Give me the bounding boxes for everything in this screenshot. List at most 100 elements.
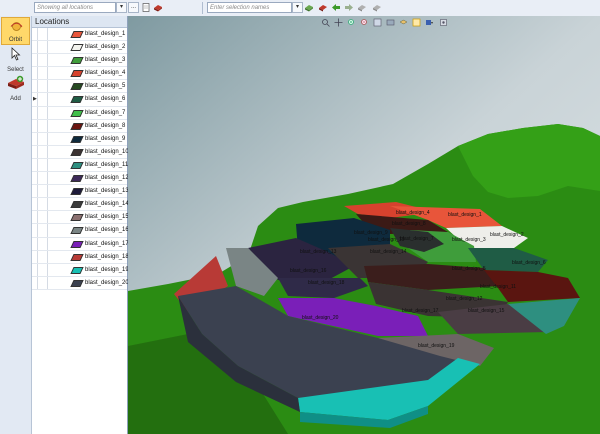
add-block-icon [8,75,24,89]
location-color-swatch [70,214,84,222]
location-row[interactable]: blast_design_5 [32,80,127,94]
location-row[interactable]: blast_design_16 [32,224,129,238]
lighting-icon[interactable] [412,18,421,27]
scene-label: blast_design_3 [452,237,486,243]
row-check-cell[interactable] [37,172,48,185]
location-name: blast_design_15 [85,214,129,221]
location-name: blast_design_13 [85,188,129,195]
location-row[interactable]: blast_design_13 [32,185,129,199]
location-row[interactable]: blast_design_11 [32,158,128,173]
row-check-cell[interactable] [37,132,48,145]
row-check-cell[interactable] [37,211,48,224]
row-check-cell[interactable] [37,67,48,80]
row-check-cell[interactable] [37,41,48,54]
locations-header: Locations [32,16,127,28]
row-check-cell[interactable] [37,250,48,263]
zoom-extents-icon[interactable] [321,18,330,27]
scene-label: blast_design_8 [392,221,426,227]
location-row[interactable]: blast_design_17 [32,237,129,251]
location-row[interactable]: blast_design_10 [32,145,129,159]
selection-names-combo[interactable]: Enter selection names [207,2,292,13]
zoom-in-icon[interactable] [347,18,356,27]
row-check-cell[interactable] [37,28,48,41]
locations-filter-combo[interactable]: Showing all locations [34,2,116,13]
row-check-cell[interactable] [37,158,48,172]
location-color-swatch [70,122,84,130]
location-row[interactable]: blast_design_15 [32,211,129,225]
location-name: blast_design_7 [85,109,126,116]
scene-label: blast_design_9 [354,230,388,236]
scene-label: blast_design_6 [512,260,546,266]
orbit-tool[interactable]: Orbit [1,17,30,45]
location-name: blast_design_2 [85,44,126,51]
row-check-cell[interactable] [37,93,48,106]
zoom-out-icon[interactable] [360,18,369,27]
row-check-cell[interactable] [37,80,48,93]
document-icon[interactable] [141,3,151,12]
settings-icon[interactable] [439,18,448,27]
location-row[interactable]: blast_design_14 [32,198,129,212]
location-row[interactable]: blast_design_19 [32,263,129,277]
location-row[interactable]: blast_design_3 [32,54,127,68]
scene-label: blast_design_10 [368,237,405,243]
row-check-cell[interactable] [37,263,48,276]
view-side-icon[interactable] [386,18,395,27]
block-tool-icon[interactable] [153,3,163,12]
location-name: blast_design_5 [85,83,126,90]
location-color-swatch [70,175,84,183]
select-tool[interactable]: Select [1,46,30,74]
location-row[interactable]: blast_design_6 ▶ [32,93,127,107]
add-label: Add [10,96,21,102]
forward-arrow-icon[interactable] [344,3,354,12]
row-check-cell[interactable] [37,145,48,158]
scene-canvas[interactable]: blast_design_4 blast_design_1 blast_desi… [128,16,600,434]
disabled-block-icon-1[interactable] [357,3,367,12]
location-row[interactable]: blast_design_7 [32,106,127,120]
location-color-swatch [70,188,84,196]
selection-combo-dropdown[interactable]: ▾ [292,2,303,13]
row-check-cell[interactable] [37,119,48,132]
location-row[interactable]: blast_design_1 [32,28,127,42]
toolbar-separator [202,2,203,14]
location-row[interactable]: blast_design_2 [32,41,127,55]
row-check-cell[interactable] [37,224,48,237]
location-color-swatch [70,279,84,287]
location-row[interactable]: blast_design_18 [32,250,129,264]
3d-viewport[interactable]: blast_design_4 blast_design_1 blast_desi… [128,16,600,434]
row-check-cell[interactable] [37,54,48,67]
location-row[interactable]: blast_design_20 [32,276,129,290]
location-color-swatch [70,227,84,235]
add-tool[interactable]: Add [1,75,30,103]
location-name: blast_design_19 [85,266,129,273]
disabled-block-icon-2[interactable] [372,3,382,12]
locations-combo-dropdown[interactable]: ▾ [116,2,127,13]
row-check-cell[interactable] [37,106,48,119]
location-row[interactable]: blast_design_4 [32,67,127,81]
row-check-cell[interactable] [37,185,48,198]
pan-icon[interactable] [334,18,343,27]
row-check-cell[interactable] [37,198,48,211]
selection-block-icon[interactable] [318,3,328,12]
location-color-swatch [70,148,84,156]
color-mode-icon[interactable] [425,18,434,27]
back-arrow-icon[interactable] [331,3,341,12]
location-name: blast_design_9 [85,135,126,142]
location-name: blast_design_14 [85,201,129,208]
orbit-label: Orbit [8,37,22,43]
location-name: blast_design_4 [85,70,126,77]
row-check-cell[interactable] [37,237,48,250]
location-row[interactable]: blast_design_8 [32,119,127,133]
view-top-icon[interactable] [373,18,382,27]
select-label: Select [7,67,24,73]
view-iso-icon[interactable] [399,18,408,27]
ellipsis-button[interactable]: ... [128,2,139,13]
group-select-icon[interactable] [304,3,314,12]
scene-label: blast_design_12 [446,296,483,302]
top-toolbar: Showing all locations ▾ ... Enter select… [0,0,600,17]
location-row[interactable]: blast_design_12 [32,172,129,186]
location-name: blast_design_16 [85,227,129,234]
location-color-swatch [70,266,84,274]
scene-label: blast_design_5 [452,266,486,272]
location-row[interactable]: blast_design_9 [32,132,127,146]
row-check-cell[interactable] [37,276,48,289]
